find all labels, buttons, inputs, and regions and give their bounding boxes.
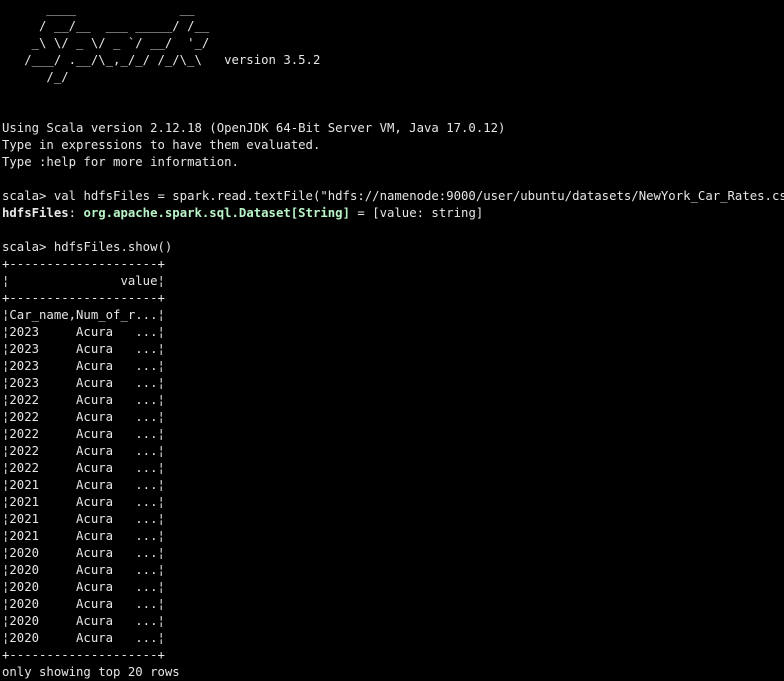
dataset-table: +--------------------+ ¦ value¦ +-------… bbox=[2, 256, 784, 664]
table-row: ¦2022 Acura ...¦ bbox=[2, 461, 165, 475]
terminal-window[interactable]: ____ __ / __/__ ___ _____/ /__ _\ \/ _ \… bbox=[0, 0, 784, 681]
table-footer-note: only showing top 20 rows bbox=[2, 665, 180, 679]
scala-prompt: scala> bbox=[2, 189, 54, 203]
table-row: ¦2022 Acura ...¦ bbox=[2, 427, 165, 441]
table-row: ¦2020 Acura ...¦ bbox=[2, 546, 165, 560]
table-row: ¦2020 Acura ...¦ bbox=[2, 614, 165, 628]
table-row: ¦2021 Acura ...¦ bbox=[2, 478, 165, 492]
table-row: ¦2021 Acura ...¦ bbox=[2, 495, 165, 509]
command-text: hdfsFiles.show() bbox=[53, 240, 173, 254]
command-text: val hdfsFiles = spark.read.textFile("hdf… bbox=[53, 189, 784, 203]
table-row: ¦2021 Acura ...¦ bbox=[2, 512, 165, 526]
table-row: ¦2020 Acura ...¦ bbox=[2, 631, 165, 645]
result-separator: : bbox=[68, 206, 84, 220]
result-type: org.apache.spark.sql.Dataset[String] bbox=[83, 206, 350, 220]
table-row: ¦2020 Acura ...¦ bbox=[2, 597, 165, 611]
table-row: ¦2020 Acura ...¦ bbox=[2, 580, 165, 594]
table-row: ¦2022 Acura ...¦ bbox=[2, 393, 165, 407]
spark-banner: ____ __ / __/__ ___ _____/ /__ _\ \/ _ \… bbox=[2, 1, 784, 86]
result-value: = [value: string] bbox=[349, 206, 484, 220]
command-line-2: scala> hdfsFiles.show() bbox=[2, 239, 784, 256]
table-border-top: +--------------------+ bbox=[2, 257, 165, 271]
table-row: ¦2020 Acura ...¦ bbox=[2, 563, 165, 577]
banner-line: ____ __ bbox=[2, 2, 195, 16]
command-result-1: hdfsFiles: org.apache.spark.sql.Dataset[… bbox=[2, 205, 784, 222]
table-row: ¦2022 Acura ...¦ bbox=[2, 410, 165, 424]
scala-prompt: scala> bbox=[2, 240, 54, 254]
table-row: ¦2022 Acura ...¦ bbox=[2, 444, 165, 458]
table-row: ¦2023 Acura ...¦ bbox=[2, 342, 165, 356]
table-header: ¦ value¦ bbox=[2, 274, 165, 288]
banner-line: _\ \/ _ \/ _ `/ __/ '_/ bbox=[2, 36, 210, 50]
banner-line-version: /___/ .__/\_,_/_/ /_/\_\ version 3.5.2 bbox=[2, 53, 321, 67]
command-line-1: scala> val hdfsFiles = spark.read.textFi… bbox=[2, 188, 784, 205]
banner-line: / __/__ ___ _____/ /__ bbox=[2, 19, 210, 33]
table-border-bottom: +--------------------+ bbox=[2, 648, 165, 662]
intro-help-hint: Type :help for more information. bbox=[2, 155, 239, 169]
table-border-header: +--------------------+ bbox=[2, 291, 165, 305]
intro-instructions: Type in expressions to have them evaluat… bbox=[2, 138, 321, 152]
table-row: ¦Car_name,Num_of_r...¦ bbox=[2, 308, 165, 322]
banner-line: /_/ bbox=[2, 70, 69, 84]
intro-scala-version: Using Scala version 2.12.18 (OpenJDK 64-… bbox=[2, 121, 506, 135]
table-row: ¦2021 Acura ...¦ bbox=[2, 529, 165, 543]
table-row: ¦2023 Acura ...¦ bbox=[2, 359, 165, 373]
table-row: ¦2023 Acura ...¦ bbox=[2, 376, 165, 390]
table-row: ¦2023 Acura ...¦ bbox=[2, 325, 165, 339]
result-variable-name: hdfsFiles bbox=[2, 206, 69, 220]
